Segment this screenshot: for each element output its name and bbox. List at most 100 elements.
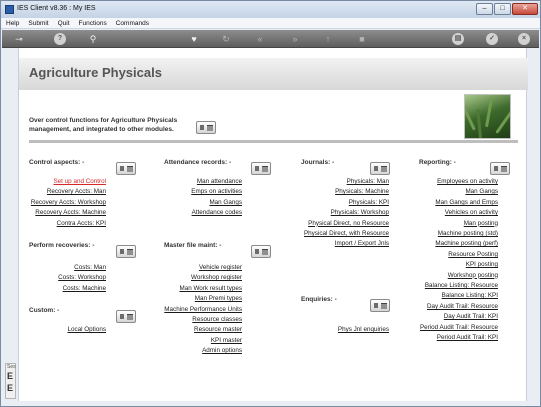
custom-icon[interactable] [116, 310, 136, 323]
link-man-gangs[interactable]: Man Gangs [191, 198, 242, 208]
link-balance-listing-resource[interactable]: Balance Listing: Resource [420, 281, 498, 291]
overview-icon[interactable] [196, 121, 216, 134]
heart-icon[interactable]: ♥ [188, 33, 200, 45]
toolbar: ⊸ ? ⚲ ♥ ↻ « » ↑ ■ ▤ ✓ × [2, 30, 539, 48]
link-costs-machine[interactable]: Costs: Machine [58, 284, 106, 294]
menu-submit[interactable]: Submit [28, 18, 48, 28]
link-workshop-register[interactable]: Workshop register [164, 273, 242, 283]
session-tab-glyph-2: E [7, 383, 14, 393]
journals-icon[interactable] [370, 162, 390, 175]
link-machine-posting-std[interactable]: Machine posting (std) [420, 229, 498, 239]
window-title: IES Client v8.36 : My IES [17, 5, 96, 12]
upload-icon[interactable]: ↑ [322, 33, 334, 45]
master-file-maint-title: Master file maint: - [164, 242, 222, 249]
menu-help[interactable]: Help [6, 18, 19, 28]
link-recovery-accts-workshop[interactable]: Recovery Accts: Workshop [31, 198, 106, 208]
rewind-icon[interactable]: « [254, 33, 266, 45]
attendance-records-title: Attendance records: - [164, 159, 232, 166]
close-icon[interactable]: × [518, 33, 530, 45]
perform-recoveries-links: Costs: Man Costs: Workshop Costs: Machin… [58, 263, 106, 294]
link-period-audit-trail-resource[interactable]: Period Audit Trail: Resource [420, 323, 498, 333]
link-machine-posting-perf[interactable]: Machine posting (perf) [420, 239, 498, 249]
control-aspects-title: Control aspects: - [29, 159, 85, 166]
link-vehicles-on-activity[interactable]: Vehicles on activity [420, 208, 498, 218]
link-local-options[interactable]: Local Options [67, 325, 106, 335]
link-set-up-and-control[interactable]: Set up and Control [31, 177, 106, 187]
menu-functions[interactable]: Functions [79, 18, 107, 28]
link-workshop-posting[interactable]: Workshop posting [420, 271, 498, 281]
link-admin-options[interactable]: Admin options [164, 346, 242, 356]
attendance-records-icon[interactable] [251, 162, 271, 175]
app-icon [5, 5, 14, 14]
link-man-work-result-types[interactable]: Man Work result types [164, 284, 242, 294]
link-man-posting[interactable]: Man posting [420, 219, 498, 229]
enquiries-title: Enquiries: - [301, 296, 337, 303]
journals-links: Physicals: Man Physicals: Machine Physic… [304, 177, 389, 250]
control-aspects-icon[interactable] [116, 162, 136, 175]
link-resource-master[interactable]: Resource master [164, 325, 242, 335]
link-physicals-workshop[interactable]: Physicals: Workshop [304, 208, 389, 218]
link-costs-workshop[interactable]: Costs: Workshop [58, 273, 106, 283]
link-physicals-kpi[interactable]: Physicals: KPI [304, 198, 389, 208]
forward-icon[interactable]: » [289, 33, 301, 45]
link-import-export-jnls[interactable]: Import / Export Jnls [304, 239, 389, 249]
link-recovery-accts-machine[interactable]: Recovery Accts: Machine [31, 208, 106, 218]
link-day-audit-trail-resource[interactable]: Day Audit Trail: Resource [420, 302, 498, 312]
link-man-premi-types[interactable]: Man Premi types [164, 294, 242, 304]
help-icon[interactable]: ? [54, 33, 66, 45]
key-icon[interactable]: ⊸ [10, 33, 28, 45]
link-kpi-master[interactable]: KPI master [164, 336, 242, 346]
link-vehicle-register[interactable]: Vehicle register [164, 263, 242, 273]
menu-quit[interactable]: Quit [58, 18, 70, 28]
stop-icon[interactable]: ■ [356, 33, 368, 45]
master-file-maint-icon[interactable] [251, 245, 271, 258]
session-side-tab[interactable]: Ses E E [5, 363, 16, 399]
link-report-man-gangs[interactable]: Man Gangs [420, 187, 498, 197]
link-resource-posting[interactable]: Resource Posting [420, 250, 498, 260]
history-icon[interactable]: ↻ [220, 33, 232, 45]
link-contra-accts-kpi[interactable]: Contra Accts: KPI [31, 219, 106, 229]
journals-title: Journals: - [301, 159, 335, 166]
maximize-button[interactable]: □ [494, 3, 511, 15]
link-costs-man[interactable]: Costs: Man [58, 263, 106, 273]
link-balance-listing-kpi[interactable]: Balance Listing: KPI [420, 291, 498, 301]
link-recovery-accts-man[interactable]: Recovery Accts: Man [31, 187, 106, 197]
control-aspects-links: Set up and Control Recovery Accts: Man R… [31, 177, 106, 229]
minimize-button[interactable]: – [476, 3, 493, 15]
confirm-icon[interactable]: ✓ [486, 33, 498, 45]
enquiries-links: Phys Jnl enquiries [338, 325, 389, 335]
link-man-gangs-and-emps[interactable]: Man Gangs and Emps [420, 198, 498, 208]
print-icon[interactable]: ▤ [452, 33, 464, 45]
reporting-title: Reporting: - [419, 159, 456, 166]
link-kpi-posting[interactable]: KPI posting [420, 260, 498, 270]
link-physicals-machine[interactable]: Physicals: Machine [304, 187, 389, 197]
menu-commands[interactable]: Commands [116, 18, 149, 28]
app-window: IES Client v8.36 : My IES – □ ✕ Help Sub… [0, 0, 541, 407]
link-day-audit-trail-kpi[interactable]: Day Audit Trail: KPI [420, 312, 498, 322]
perform-recoveries-title: Perform recoveries: - [29, 242, 95, 249]
reporting-links: Employees on activity Man Gangs Man Gang… [420, 177, 498, 344]
link-physicals-man[interactable]: Physicals: Man [304, 177, 389, 187]
attendance-records-links: Man attendance Emps on activities Man Ga… [191, 177, 242, 219]
link-phys-jnl-enquiries[interactable]: Phys Jnl enquiries [338, 325, 389, 335]
search-icon[interactable]: ⚲ [87, 33, 99, 45]
link-attendance-codes[interactable]: Attendance codes [191, 208, 242, 218]
link-emps-on-activities[interactable]: Emps on activities [191, 187, 242, 197]
link-physical-direct-no-resource[interactable]: Physical Direct, no Resource [304, 219, 389, 229]
custom-links: Local Options [67, 325, 106, 335]
plantation-image [464, 94, 511, 139]
custom-title: Custom: - [29, 307, 60, 314]
enquiries-icon[interactable] [370, 299, 390, 312]
close-window-button[interactable]: ✕ [512, 3, 538, 15]
title-bar: IES Client v8.36 : My IES – □ ✕ [1, 1, 540, 18]
link-resource-classes[interactable]: Resource classes [164, 315, 242, 325]
link-man-attendance[interactable]: Man attendance [191, 177, 242, 187]
divider [29, 140, 518, 143]
link-physical-direct-with-resource[interactable]: Physical Direct, with Resource [304, 229, 389, 239]
link-employees-on-activity[interactable]: Employees on activity [420, 177, 498, 187]
reporting-icon[interactable] [490, 162, 510, 175]
perform-recoveries-icon[interactable] [116, 245, 136, 258]
link-period-audit-trail-kpi[interactable]: Period Audit Trail: KPI [420, 333, 498, 343]
session-tab-glyph-1: E [7, 371, 14, 381]
link-machine-performance-units[interactable]: Machine Performance Units [164, 305, 242, 315]
